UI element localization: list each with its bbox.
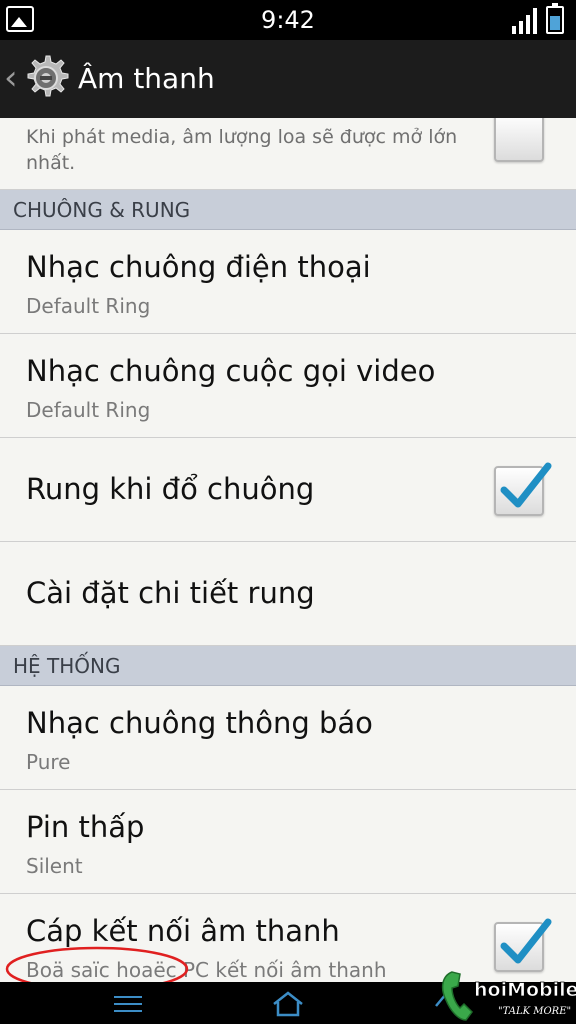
list-item-low-battery[interactable]: Pin thấp Silent — [0, 790, 576, 894]
list-item-summary: Khi phát media, âm lượng loa sẽ được mở … — [26, 126, 458, 174]
list-item-max-volume[interactable]: Khi phát media, âm lượng loa sẽ được mở … — [0, 118, 576, 190]
status-bar: 9:42 — [0, 0, 576, 40]
settings-gear-icon[interactable] — [20, 52, 72, 104]
back-chevron-icon[interactable]: ‹ — [4, 58, 18, 98]
watermark-tagline-text: "TALK MORE" — [498, 1006, 571, 1017]
home-icon[interactable] — [270, 990, 306, 1018]
list-item-notification-ringtone[interactable]: Nhạc chuông thông báo Pure — [0, 686, 576, 790]
list-item-title: Nhạc chuông điện thoại — [26, 250, 371, 284]
list-item-title: Cài đặt chi tiết rung — [26, 576, 315, 610]
vibrate-on-ring-checkbox[interactable] — [494, 462, 552, 516]
list-item-subtitle: Pure — [26, 750, 71, 774]
list-item-title: Rung khi đổ chuông — [26, 472, 315, 506]
checkmark-icon — [500, 918, 552, 964]
list-item-subtitle: Default Ring — [26, 294, 151, 318]
action-bar: ‹ Âm thanh — [0, 40, 576, 118]
list-item-title: Nhạc chuông thông báo — [26, 706, 373, 740]
list-item-vibrate-on-ring[interactable]: Rung khi đổ chuông — [0, 438, 576, 542]
max-volume-checkbox[interactable] — [494, 118, 544, 162]
hoimobile-watermark-logo: hoiMobile "TALK MORE" — [441, 971, 576, 1021]
list-item-title: Pin thấp — [26, 810, 145, 844]
list-item-phone-ringtone[interactable]: Nhạc chuông điện thoại Default Ring — [0, 230, 576, 334]
section-header-ring-vibrate: CHUÔNG & RUNG — [0, 190, 576, 230]
section-header-system: HỆ THỐNG — [0, 646, 576, 686]
list-item-video-call-ringtone[interactable]: Nhạc chuông cuộc gọi video Default Ring — [0, 334, 576, 438]
list-item-title: Nhạc chuông cuộc gọi video — [26, 354, 436, 388]
list-item-title: Cáp kết nối âm thanh — [26, 914, 340, 948]
list-item-subtitle: Default Ring — [26, 398, 151, 422]
battery-icon — [546, 3, 564, 34]
menu-icon[interactable] — [114, 996, 142, 1014]
checkmark-icon — [500, 462, 552, 508]
settings-list[interactable]: Khi phát media, âm lượng loa sẽ được mở … — [0, 118, 576, 982]
page-title: Âm thanh — [78, 62, 215, 95]
list-item-vibration-details[interactable]: Cài đặt chi tiết rung — [0, 542, 576, 646]
list-item-subtitle: Silent — [26, 854, 83, 878]
status-clock: 9:42 — [261, 6, 315, 34]
watermark-brand-text: hoiMobile — [474, 979, 576, 1001]
audio-cable-checkbox[interactable] — [494, 918, 552, 972]
signal-strength-icon — [512, 8, 538, 34]
